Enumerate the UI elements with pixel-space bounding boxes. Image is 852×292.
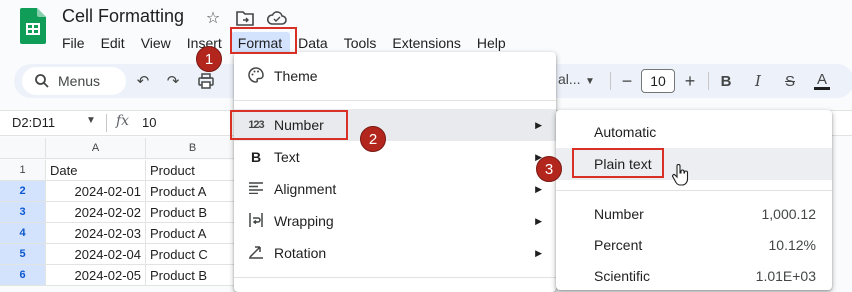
menu-item-text[interactable]: B Text ▶ [234,141,556,173]
format-example: 1,000.12 [761,206,817,222]
menus-search[interactable]: Menus [22,67,126,95]
menu-item-wrapping[interactable]: Wrapping ▶ [234,205,556,237]
bold-icon[interactable]: B [714,69,738,93]
corner-cell[interactable] [0,138,46,159]
menu-item-label: Theme [274,68,318,84]
text-color-icon[interactable]: A [810,69,834,93]
column-header-b[interactable]: B [146,138,240,159]
star-icon[interactable]: ☆ [203,8,223,28]
submenu-arrow-icon: ▶ [535,247,542,258]
sheets-logo-icon [20,8,46,44]
submenu-item-scientific[interactable]: Scientific 1.01E+03 [556,260,832,292]
hand-pointer-icon [672,164,689,186]
cell[interactable]: 2024-02-04 [46,244,146,265]
cell[interactable]: Product [146,160,240,181]
number-submenu: Automatic Plain text Number 1,000.12 Per… [556,110,832,290]
wrap-icon [246,212,266,230]
step-badge-2: 2 [360,126,386,152]
row-header[interactable]: 3 [0,202,46,223]
submenu-item-percent[interactable]: Percent 10.12% [556,229,832,261]
highlight-box-number [230,110,348,140]
rotation-icon [246,245,266,262]
highlight-box-plain-text [572,148,664,178]
cell[interactable]: Product A [146,223,240,244]
cell[interactable]: 2024-02-02 [46,202,146,223]
menu-item-rotation[interactable]: Rotation ▶ [234,237,556,269]
bold-icon: B [250,149,262,165]
row-header[interactable]: 1 [0,160,46,181]
cell[interactable]: Date [46,160,146,181]
italic-icon[interactable]: I [746,69,770,93]
plus-icon[interactable]: + [678,69,702,93]
submenu-item-automatic[interactable]: Automatic [556,116,832,148]
document-title[interactable]: Cell Formatting [62,6,184,27]
submenu-item-label: Automatic [594,124,657,140]
menu-file[interactable]: File [54,32,93,54]
cell[interactable]: Product B [146,265,240,286]
search-icon [35,74,49,88]
row-header[interactable]: 5 [0,244,46,265]
chevron-down-icon[interactable]: ▼ [86,115,96,126]
menu-tools[interactable]: Tools [336,32,385,54]
print-icon[interactable] [194,69,218,93]
redo-icon[interactable]: ↷ [161,69,185,93]
menu-item-theme[interactable]: Theme [234,60,556,92]
minus-icon[interactable]: − [615,69,639,93]
row-header[interactable]: 2 [0,181,46,202]
name-box[interactable]: D2:D11 [12,115,55,130]
menu-view[interactable]: View [133,32,179,54]
cloud-status-icon[interactable] [267,8,287,28]
row-header[interactable]: 4 [0,223,46,244]
submenu-item-label: Number [594,206,644,222]
row-header[interactable]: 6 [0,265,46,286]
highlight-box-format [230,27,297,54]
submenu-arrow-icon: ▶ [535,183,542,194]
undo-icon[interactable]: ↶ [131,69,155,93]
formula-input[interactable]: 10 [142,115,156,130]
menu-item-label: Alignment [274,181,337,197]
cell[interactable]: Product A [146,181,240,202]
cell[interactable]: Product B [146,202,240,223]
menu-extensions[interactable]: Extensions [384,32,468,54]
submenu-arrow-icon: ▶ [535,119,542,130]
cell[interactable]: 2024-02-01 [46,181,146,202]
menu-help[interactable]: Help [469,32,514,54]
strikethrough-icon[interactable]: S [778,69,802,93]
format-menu: Theme 123 Number ▶ B Text ▶ Alignment ▶ … [234,52,556,292]
format-example: 1.01E+03 [755,268,816,284]
cell[interactable]: 2024-02-03 [46,223,146,244]
submenu-item-label: Percent [594,237,643,253]
font-size-input[interactable]: 10 [641,69,675,93]
submenu-arrow-icon: ▶ [535,215,542,226]
menu-item-alignment[interactable]: Alignment ▶ [234,173,556,205]
cell[interactable]: 2024-02-05 [46,265,146,286]
menu-item-label: Text [274,149,300,165]
step-badge-3: 3 [536,156,562,182]
fx-icon: fx [116,113,130,129]
column-header-a[interactable]: A [46,138,146,159]
menu-item-label: Rotation [274,245,327,261]
format-example: 10.12% [768,237,816,253]
palette-icon [246,66,266,86]
align-icon [246,181,266,197]
menus-search-label: Menus [58,73,101,89]
cell[interactable]: Product C [146,244,240,265]
submenu-item-label: Scientific [594,268,651,284]
menu-edit[interactable]: Edit [93,32,133,54]
step-badge-1: 1 [196,46,222,72]
menu-item-label: Wrapping [274,213,334,229]
move-folder-icon[interactable] [235,8,255,28]
chevron-down-icon[interactable]: ▼ [578,69,602,93]
submenu-item-number[interactable]: Number 1,000.12 [556,198,832,230]
